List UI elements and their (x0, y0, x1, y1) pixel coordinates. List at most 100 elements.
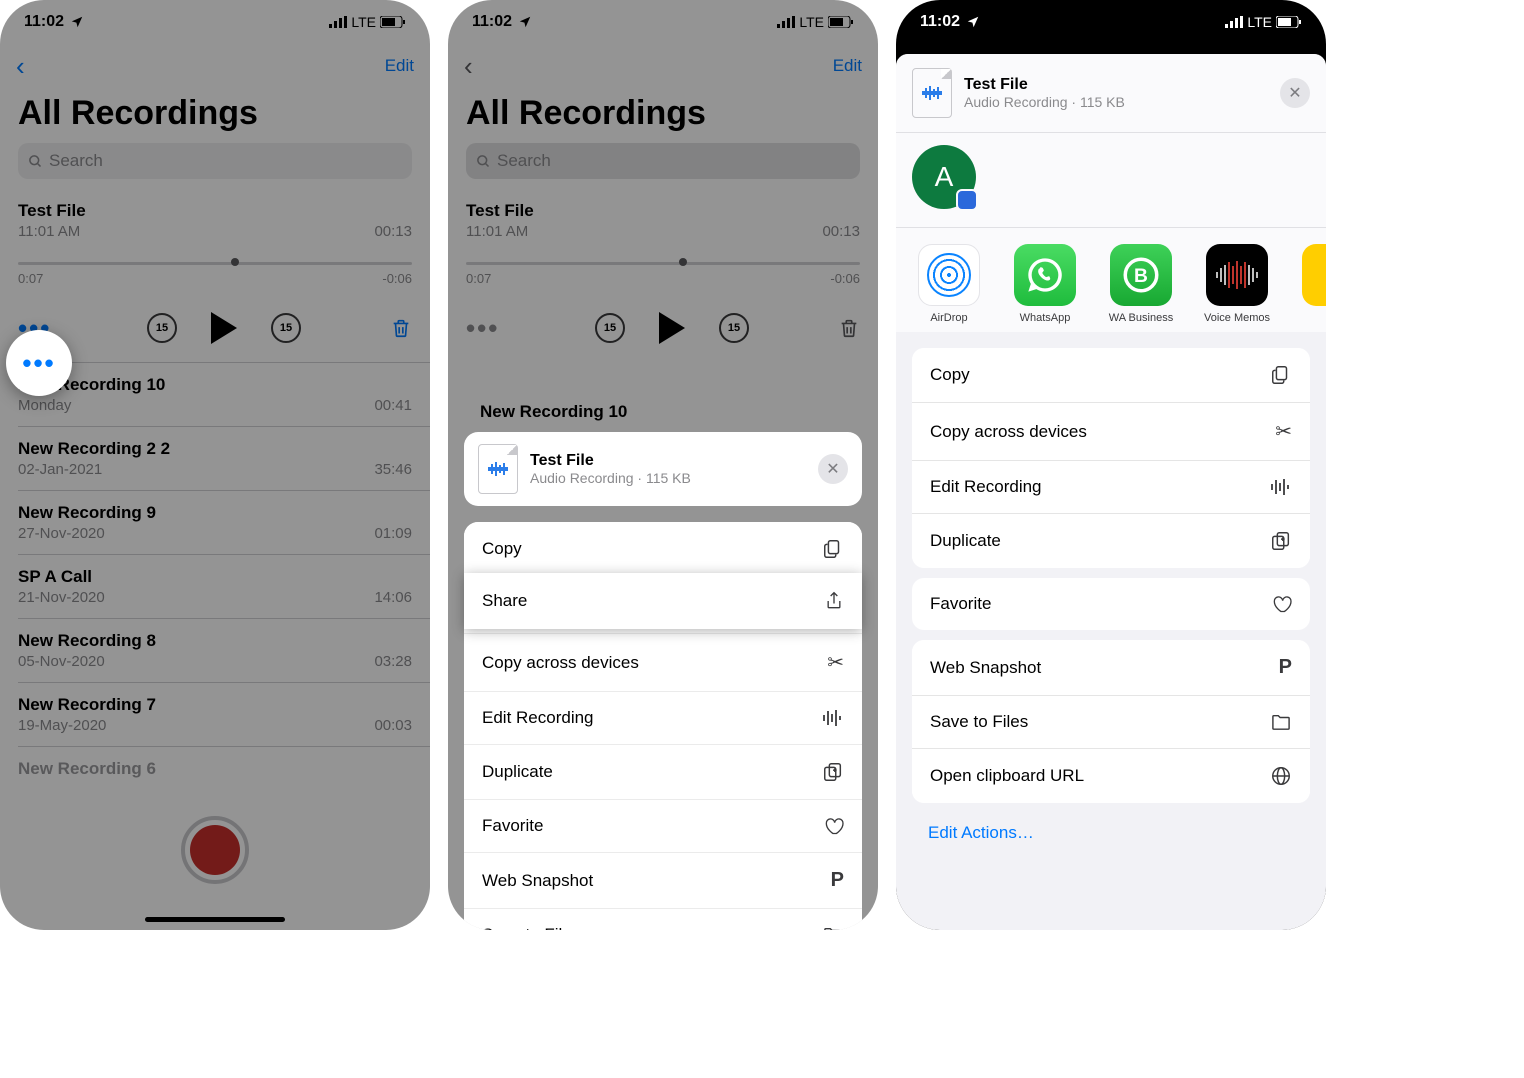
selected-recording: Test File 11:01 AM00:13 (448, 191, 878, 240)
app-badge-icon (956, 189, 978, 211)
voice-memos-icon (1206, 244, 1268, 306)
share-header: Test File Audio Recording · 115 KB ✕ (896, 54, 1326, 132)
playback-scrubber[interactable]: 0:07 -0:06 (18, 262, 412, 286)
signal-icon (329, 16, 347, 28)
more-button[interactable]: ••• (466, 313, 506, 344)
sheet-file-name: Test File (530, 452, 691, 470)
edit-actions-link[interactable]: Edit Actions… (912, 813, 1310, 863)
back-button[interactable]: ‹ (16, 51, 25, 82)
menu-save-files[interactable]: Save to Files (464, 909, 862, 930)
status-time: 11:02 (920, 13, 960, 31)
phone-screen-3: 11:02 LTE Test File Audio Recording · 11… (896, 0, 1326, 930)
app-partial[interactable]: Ba (1296, 244, 1326, 324)
menu-copy-across[interactable]: Copy across devices✂ (464, 634, 862, 692)
waveform-icon (822, 709, 844, 727)
action-duplicate[interactable]: Duplicate (912, 514, 1310, 568)
menu-copy[interactable]: Copy (464, 522, 862, 577)
recording-row[interactable]: New Recording 805-Nov-202003:28 (0, 619, 430, 682)
app-whatsapp[interactable]: WhatsApp (1008, 244, 1082, 324)
action-web-snapshot[interactable]: Web SnapshotP (912, 640, 1310, 696)
recording-duration: 00:13 (374, 223, 412, 240)
back-button[interactable]: ‹ (464, 51, 473, 82)
phone-screen-2: 11:02 LTE ‹ Edit All Recordings Search T… (448, 0, 878, 930)
playback-scrubber: 0:07-0:06 (466, 262, 860, 286)
search-placeholder: Search (49, 151, 103, 171)
location-icon (70, 15, 84, 29)
menu-web-snapshot[interactable]: Web SnapshotP (464, 853, 862, 909)
scissors-icon: ✂ (1275, 419, 1292, 444)
recording-row[interactable]: New Recording 2 202-Jan-202135:46 (0, 427, 430, 490)
close-button[interactable]: ✕ (818, 454, 848, 484)
phone-screen-1: 11:02 LTE ‹ Edit All Recordings Search T… (0, 0, 430, 930)
play-button[interactable] (659, 312, 685, 344)
delete-button[interactable] (838, 316, 860, 340)
section-label: New Recording 10 (464, 398, 862, 432)
skip-back-button[interactable]: 15 (147, 313, 177, 343)
sheet-header: Test File Audio Recording · 115 KB ✕ (464, 432, 862, 506)
search-field[interactable]: Search (466, 143, 860, 179)
page-title: All Recordings (0, 88, 430, 143)
skip-forward-button[interactable]: 15 (271, 313, 301, 343)
airdrop-icon (927, 253, 971, 297)
recording-time: 11:01 AM (18, 223, 80, 240)
recording-row[interactable]: New Recording 927-Nov-202001:09 (0, 491, 430, 554)
unknown-icon (1302, 244, 1326, 306)
parking-icon: P (831, 869, 844, 892)
folder-icon (1270, 713, 1292, 731)
signal-icon (1225, 16, 1243, 28)
recording-row[interactable]: New Recording 719-May-202000:03 (0, 683, 430, 746)
duplicate-icon (822, 761, 844, 783)
skip-back-button[interactable]: 15 (595, 313, 625, 343)
action-copy[interactable]: Copy (912, 348, 1310, 403)
share-sheet: Test File Audio Recording · 115 KB ✕ A A… (896, 54, 1326, 930)
nav-bar: ‹ Edit (448, 44, 878, 88)
battery-icon (828, 16, 854, 28)
recording-row[interactable]: SP A Call21-Nov-202014:06 (0, 555, 430, 618)
recording-row[interactable]: New Recording 6 (0, 747, 430, 791)
waveform-icon (1270, 478, 1292, 496)
status-time: 11:02 (472, 13, 512, 31)
recording-name: Test File (18, 201, 412, 221)
more-button-highlight[interactable]: ••• (6, 330, 72, 396)
selected-recording[interactable]: Test File 11:01 AM 00:13 (0, 191, 430, 240)
signal-icon (777, 16, 795, 28)
action-edit-recording[interactable]: Edit Recording (912, 461, 1310, 514)
file-icon (912, 68, 952, 118)
app-voice-memos[interactable]: Voice Memos (1200, 244, 1274, 324)
status-bar: 11:02 LTE (896, 0, 1326, 44)
share-row-highlight[interactable]: Share (464, 573, 862, 629)
battery-icon (380, 16, 406, 28)
close-button[interactable]: ✕ (1280, 78, 1310, 108)
search-icon (476, 154, 491, 169)
record-button[interactable] (181, 816, 249, 884)
action-save-files[interactable]: Save to Files (912, 696, 1310, 749)
scissors-icon: ✂ (827, 650, 844, 675)
globe-icon (1270, 765, 1292, 787)
home-indicator[interactable] (145, 917, 285, 922)
play-button[interactable] (211, 312, 237, 344)
recording-name: Test File (466, 201, 860, 221)
action-favorite[interactable]: Favorite (912, 578, 1310, 630)
search-field[interactable]: Search (18, 143, 412, 179)
menu-favorite[interactable]: Favorite (464, 800, 862, 853)
action-open-clipboard[interactable]: Open clipboard URL (912, 749, 1310, 803)
skip-forward-button[interactable]: 15 (719, 313, 749, 343)
status-bar: 11:02 LTE (448, 0, 878, 44)
nav-bar: ‹ Edit (0, 44, 430, 88)
search-icon (28, 154, 43, 169)
network-label: LTE (1247, 14, 1272, 30)
heart-icon (822, 816, 844, 836)
app-airdrop[interactable]: AirDrop (912, 244, 986, 324)
svg-text:B: B (1134, 266, 1148, 287)
contact-avatar[interactable]: A (912, 145, 976, 209)
contacts-row: A (896, 133, 1326, 227)
menu-duplicate[interactable]: Duplicate (464, 745, 862, 800)
wa-business-icon: B (1110, 244, 1172, 306)
app-wa-business[interactable]: BWA Business (1104, 244, 1178, 324)
edit-button[interactable]: Edit (833, 56, 862, 76)
delete-button[interactable] (390, 316, 412, 340)
action-copy-across[interactable]: Copy across devices✂ (912, 403, 1310, 461)
menu-edit-recording[interactable]: Edit Recording (464, 692, 862, 745)
battery-icon (1276, 16, 1302, 28)
edit-button[interactable]: Edit (385, 56, 414, 76)
